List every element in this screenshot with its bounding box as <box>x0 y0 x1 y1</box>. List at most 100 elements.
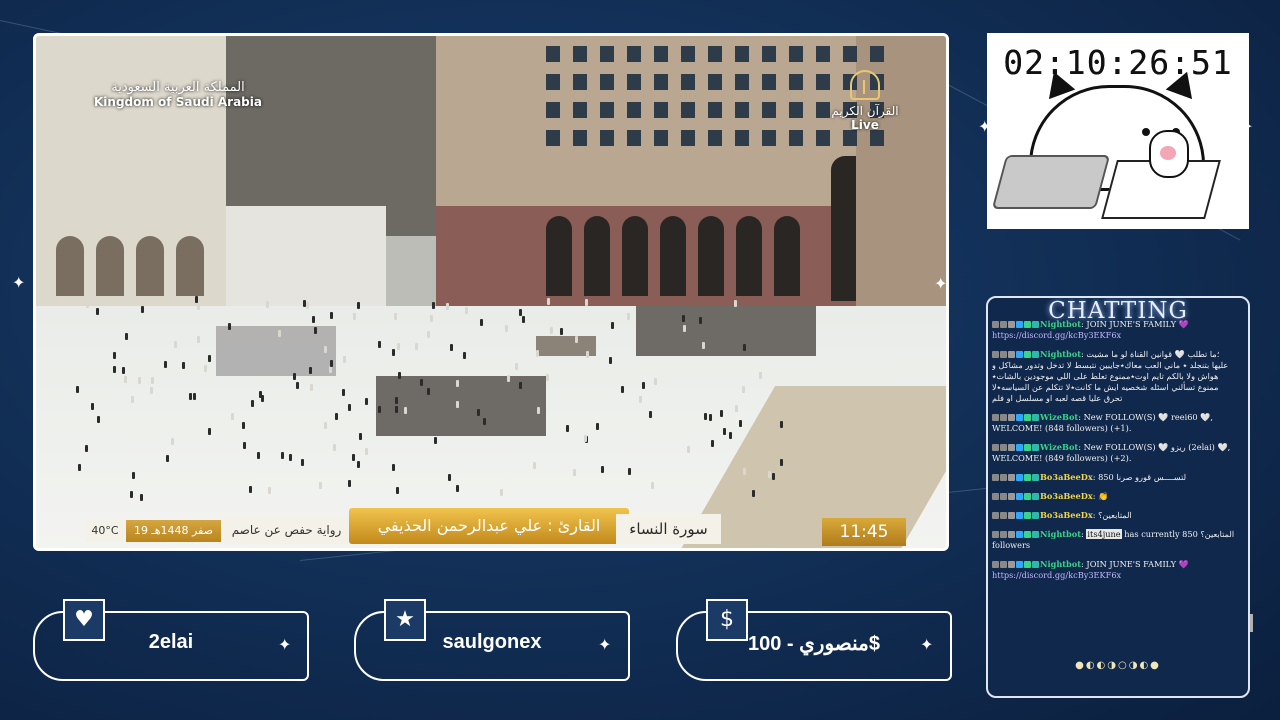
chat-link[interactable]: https://discord.gg/kcBy3EKF6x <box>992 570 1121 580</box>
chat-username[interactable]: Bo3aBeeDx <box>1040 510 1093 520</box>
pilgrim <box>708 413 712 421</box>
latest-follower-card: ♥ 2elai <box>33 599 309 681</box>
pilgrim <box>779 458 783 466</box>
window <box>816 130 830 146</box>
pilgrim <box>456 380 460 388</box>
pilgrim <box>356 302 360 310</box>
pilgrim <box>392 348 396 356</box>
chat-badge-icon <box>1024 444 1031 451</box>
pilgrim <box>627 312 631 320</box>
window <box>627 74 641 90</box>
chat-scrollbar[interactable] <box>1250 614 1253 632</box>
chat-badge-icon <box>1000 512 1007 519</box>
chat-badge-icon <box>1000 474 1007 481</box>
main-video-player[interactable]: المملكة العربية السعودية Kingdom of Saud… <box>33 33 949 551</box>
chat-badge-icon <box>1016 561 1023 568</box>
pilgrim <box>140 494 144 502</box>
chat-text: المتابعين؟ <box>1098 510 1132 520</box>
chat-badge-icon <box>1032 444 1039 451</box>
pilgrim <box>166 454 170 462</box>
pilgrim <box>699 317 703 325</box>
chat-badge-icon <box>1024 351 1031 358</box>
chat-badge-icon <box>1024 512 1031 519</box>
moon-phases-decoration: ●◐◐◑○◑◐● <box>1075 660 1161 671</box>
pilgrim <box>585 351 589 359</box>
pilgrim <box>719 409 723 417</box>
chat-username[interactable]: WizeBot <box>1040 442 1078 452</box>
pilgrim <box>97 416 101 424</box>
sparkle-icon: ✦ <box>12 273 26 292</box>
window <box>654 74 668 90</box>
chat-mention: its4june <box>1086 529 1122 539</box>
pilgrim <box>653 378 657 386</box>
chat-badge-icon <box>992 321 999 328</box>
chat-badge-icon <box>1024 493 1031 500</box>
window <box>735 130 749 146</box>
chat-username[interactable]: Nightbot <box>1040 349 1081 359</box>
palm-swords-icon <box>850 70 880 100</box>
chat-username[interactable]: Nightbot <box>1040 319 1081 329</box>
pilgrim <box>507 375 511 383</box>
pilgrim <box>377 406 381 414</box>
pilgrim <box>504 324 508 332</box>
chat-username[interactable]: WizeBot <box>1040 412 1078 422</box>
pilgrim <box>365 397 369 405</box>
pilgrim <box>704 413 708 421</box>
pilgrim <box>342 355 346 363</box>
sparkle-icon: ✦ <box>920 635 934 654</box>
chat-text: JOIN JUNE'S FAMILY 💜 <box>1086 559 1189 569</box>
chat-message-list[interactable]: Nightbot: JOIN JUNE'S FAMILY 💜 https://di… <box>992 319 1240 657</box>
pilgrim <box>329 312 333 320</box>
pilgrim <box>432 301 436 309</box>
chat-username[interactable]: Bo3aBeeDx <box>1040 472 1093 482</box>
window <box>789 102 803 118</box>
pilgrim <box>395 397 399 405</box>
chat-badge-icon <box>1016 351 1023 358</box>
chat-badge-icon <box>1008 321 1015 328</box>
temperature: 40°C <box>86 520 124 542</box>
pilgrim <box>204 364 208 372</box>
chat-badge-icon <box>992 493 999 500</box>
window <box>654 102 668 118</box>
chat-link[interactable]: https://discord.gg/kcBy3EKF6x <box>992 330 1121 340</box>
window <box>735 46 749 62</box>
chat-badge-icon <box>1008 512 1015 519</box>
stream-timer: 02:10:26:51 <box>1003 43 1233 82</box>
pilgrim <box>429 314 433 322</box>
pilgrim <box>434 436 438 444</box>
chat-username[interactable]: Nightbot <box>1040 529 1081 539</box>
pilgrim <box>306 301 310 309</box>
window <box>546 74 560 90</box>
chat-badge-icon <box>1008 414 1015 421</box>
window <box>708 46 722 62</box>
window <box>546 46 560 62</box>
reader-name: القارئ : علي عبدالرحمن الحذيفي <box>349 508 629 544</box>
chat-badge-icon <box>1008 474 1015 481</box>
pilgrim <box>639 396 643 404</box>
pilgrim <box>566 425 570 433</box>
window <box>600 74 614 90</box>
pilgrim <box>193 392 197 400</box>
latest-subscriber-card: ★ saulgonex <box>354 599 630 681</box>
chat-badge-icon <box>1000 414 1007 421</box>
chat-username[interactable]: Nightbot <box>1040 559 1081 569</box>
pilgrim <box>456 484 460 492</box>
chat-badge-icon <box>1000 351 1007 358</box>
pilgrim <box>585 298 589 306</box>
window <box>735 102 749 118</box>
clock: 11:45 <box>822 518 906 546</box>
chat-username[interactable]: Bo3aBeeDx <box>1040 491 1093 501</box>
pilgrim <box>651 482 655 490</box>
window <box>573 46 587 62</box>
ksa-logo-ar: المملكة العربية السعودية <box>111 80 245 95</box>
window <box>843 46 857 62</box>
chat-text: JOIN JUNE'S FAMILY 💜 <box>1086 319 1189 329</box>
pilgrim <box>393 313 397 321</box>
chat-badge-icon <box>992 531 999 538</box>
pilgrim <box>95 308 99 316</box>
pilgrim <box>78 464 82 472</box>
pilgrim <box>620 386 624 394</box>
chat-message: Bo3aBeeDx: المتابعين؟ <box>992 510 1240 521</box>
pilgrim <box>742 343 746 351</box>
pilgrim <box>130 490 134 498</box>
